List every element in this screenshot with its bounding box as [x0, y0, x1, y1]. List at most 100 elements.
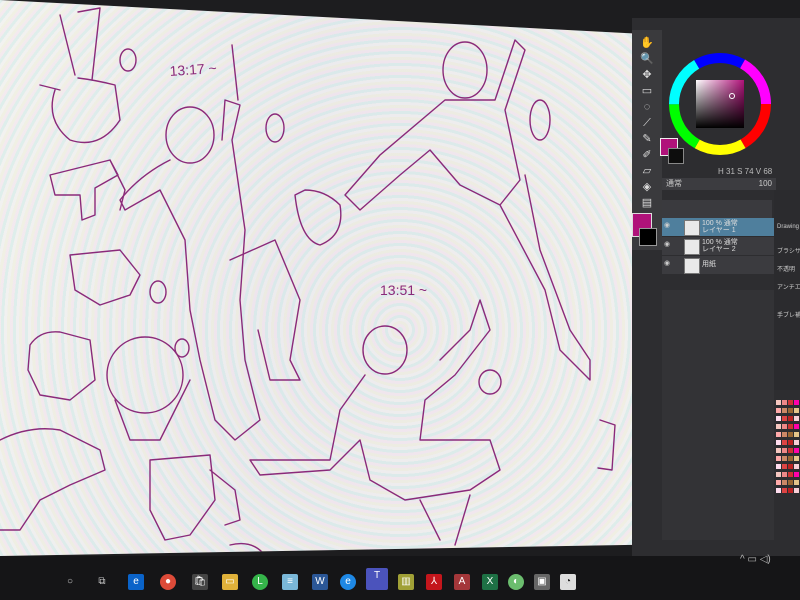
- acrobat-icon[interactable]: ⅄: [426, 574, 442, 590]
- clip-studio-icon[interactable]: ◔: [560, 574, 576, 590]
- joint-sketch-5: [149, 280, 167, 304]
- palette-swatch[interactable]: [776, 456, 781, 461]
- property-label: 不透明: [777, 267, 796, 273]
- file-explorer-icon[interactable]: ▭: [222, 574, 238, 590]
- palette-swatch[interactable]: [776, 472, 781, 477]
- palette-swatch[interactable]: [794, 488, 799, 493]
- palette-swatch[interactable]: [776, 448, 781, 453]
- layer-row[interactable]: ◉ 100 % 通常 レイヤー 1: [662, 218, 774, 236]
- layer-toolbar[interactable]: [662, 200, 772, 218]
- layer-row[interactable]: ◉ 100 % 通常 レイヤー 2: [662, 237, 774, 255]
- palette-swatch[interactable]: [788, 400, 793, 405]
- store-icon[interactable]: 🛍: [192, 574, 208, 590]
- palette-swatch[interactable]: [794, 400, 799, 405]
- palette-swatch[interactable]: [788, 440, 793, 445]
- palette-swatch[interactable]: [776, 488, 781, 493]
- gradient-icon[interactable]: ▤: [638, 196, 656, 210]
- layer-mode: 100 % 通常: [702, 220, 738, 227]
- teams-icon[interactable]: T: [366, 568, 388, 590]
- palette-swatch[interactable]: [776, 400, 781, 405]
- chrome-icon[interactable]: ●: [160, 574, 176, 590]
- layer-opacity[interactable]: 100: [759, 178, 772, 190]
- palette-swatch[interactable]: [782, 400, 787, 405]
- palette-swatch[interactable]: [782, 416, 787, 421]
- device-icon[interactable]: ▣: [534, 574, 550, 590]
- palette-swatch[interactable]: [782, 456, 787, 461]
- word-icon[interactable]: W: [312, 574, 328, 590]
- visibility-eye-icon[interactable]: ◉: [664, 260, 672, 268]
- palette-swatch[interactable]: [776, 440, 781, 445]
- palette-swatch[interactable]: [794, 456, 799, 461]
- time-note-2: 13:51 ~: [380, 282, 427, 298]
- move-icon[interactable]: ✥: [638, 68, 656, 82]
- excel-icon[interactable]: X: [482, 574, 498, 590]
- sub-color-swatch-left[interactable]: [639, 228, 657, 246]
- palette-swatch[interactable]: [782, 424, 787, 429]
- palette-swatch[interactable]: [794, 464, 799, 469]
- notepad-icon[interactable]: ≡: [282, 574, 298, 590]
- pen-icon[interactable]: ✎: [638, 132, 656, 146]
- blend-mode-select[interactable]: 通常: [666, 179, 682, 188]
- layer-panel-header: 通常 100: [662, 178, 776, 190]
- palette-swatch[interactable]: [794, 424, 799, 429]
- eraser-icon[interactable]: ▱: [638, 164, 656, 178]
- palette-swatch[interactable]: [776, 424, 781, 429]
- line-icon[interactable]: L: [252, 574, 268, 590]
- palette-swatch[interactable]: [782, 472, 787, 477]
- property-label: ブラシサ: [777, 249, 800, 255]
- joint-sketch-2: [265, 113, 285, 143]
- palette-swatch[interactable]: [788, 432, 793, 437]
- palette-swatch[interactable]: [776, 480, 781, 485]
- palette-swatch[interactable]: [794, 432, 799, 437]
- sub-color-swatch[interactable]: [668, 148, 684, 164]
- app-icon[interactable]: ▥: [398, 574, 414, 590]
- leg-sketch-3: [419, 494, 471, 546]
- maps-icon[interactable]: ◐: [508, 574, 524, 590]
- palette-swatch[interactable]: [788, 456, 793, 461]
- palette-swatch[interactable]: [782, 488, 787, 493]
- palette-swatch[interactable]: [794, 448, 799, 453]
- palette-swatch[interactable]: [788, 488, 793, 493]
- palette-swatch[interactable]: [794, 416, 799, 421]
- task-view-icon[interactable]: ⧉: [94, 574, 110, 590]
- palette-swatch[interactable]: [782, 432, 787, 437]
- palette-swatch[interactable]: [782, 440, 787, 445]
- palette-swatch[interactable]: [788, 472, 793, 477]
- palette-swatch[interactable]: [794, 408, 799, 413]
- ie-icon[interactable]: e: [340, 574, 356, 590]
- palette-swatch[interactable]: [794, 472, 799, 477]
- lasso-icon[interactable]: ◌: [638, 100, 656, 114]
- visibility-eye-icon[interactable]: ◉: [664, 241, 672, 249]
- palette-swatch[interactable]: [788, 424, 793, 429]
- palette-swatch[interactable]: [782, 464, 787, 469]
- hand-icon[interactable]: ✋: [638, 36, 656, 50]
- system-tray[interactable]: ^ ▭ ◁): [740, 554, 771, 565]
- palette-swatch[interactable]: [776, 416, 781, 421]
- brush-icon[interactable]: ✐: [638, 148, 656, 162]
- palette-swatch[interactable]: [788, 480, 793, 485]
- visibility-eye-icon[interactable]: ◉: [664, 222, 672, 230]
- palette-swatch[interactable]: [776, 464, 781, 469]
- zoom-icon[interactable]: 🔍: [638, 52, 656, 66]
- palette-swatch[interactable]: [788, 464, 793, 469]
- palette-swatch[interactable]: [788, 416, 793, 421]
- palette-swatch[interactable]: [782, 408, 787, 413]
- joint-sketch-3: [529, 99, 551, 141]
- palette-swatch[interactable]: [782, 448, 787, 453]
- palette-swatch[interactable]: [788, 448, 793, 453]
- color-wheel[interactable]: [668, 52, 772, 160]
- palette-swatch[interactable]: [794, 480, 799, 485]
- drawing-canvas[interactable]: 13:17 ~ 13:51 ~: [0, 0, 632, 556]
- palette-swatch[interactable]: [794, 440, 799, 445]
- search-icon[interactable]: ○: [62, 574, 78, 590]
- select-icon[interactable]: ▭: [638, 84, 656, 98]
- eyedropper-icon[interactable]: ⟋: [638, 116, 656, 130]
- palette-swatch[interactable]: [788, 408, 793, 413]
- palette-swatch[interactable]: [782, 480, 787, 485]
- fill-icon[interactable]: ◈: [638, 180, 656, 194]
- layer-row[interactable]: ◉ 用紙: [662, 256, 774, 274]
- palette-swatch[interactable]: [776, 432, 781, 437]
- edge-icon[interactable]: e: [128, 574, 144, 590]
- access-icon[interactable]: A: [454, 574, 470, 590]
- palette-swatch[interactable]: [776, 408, 781, 413]
